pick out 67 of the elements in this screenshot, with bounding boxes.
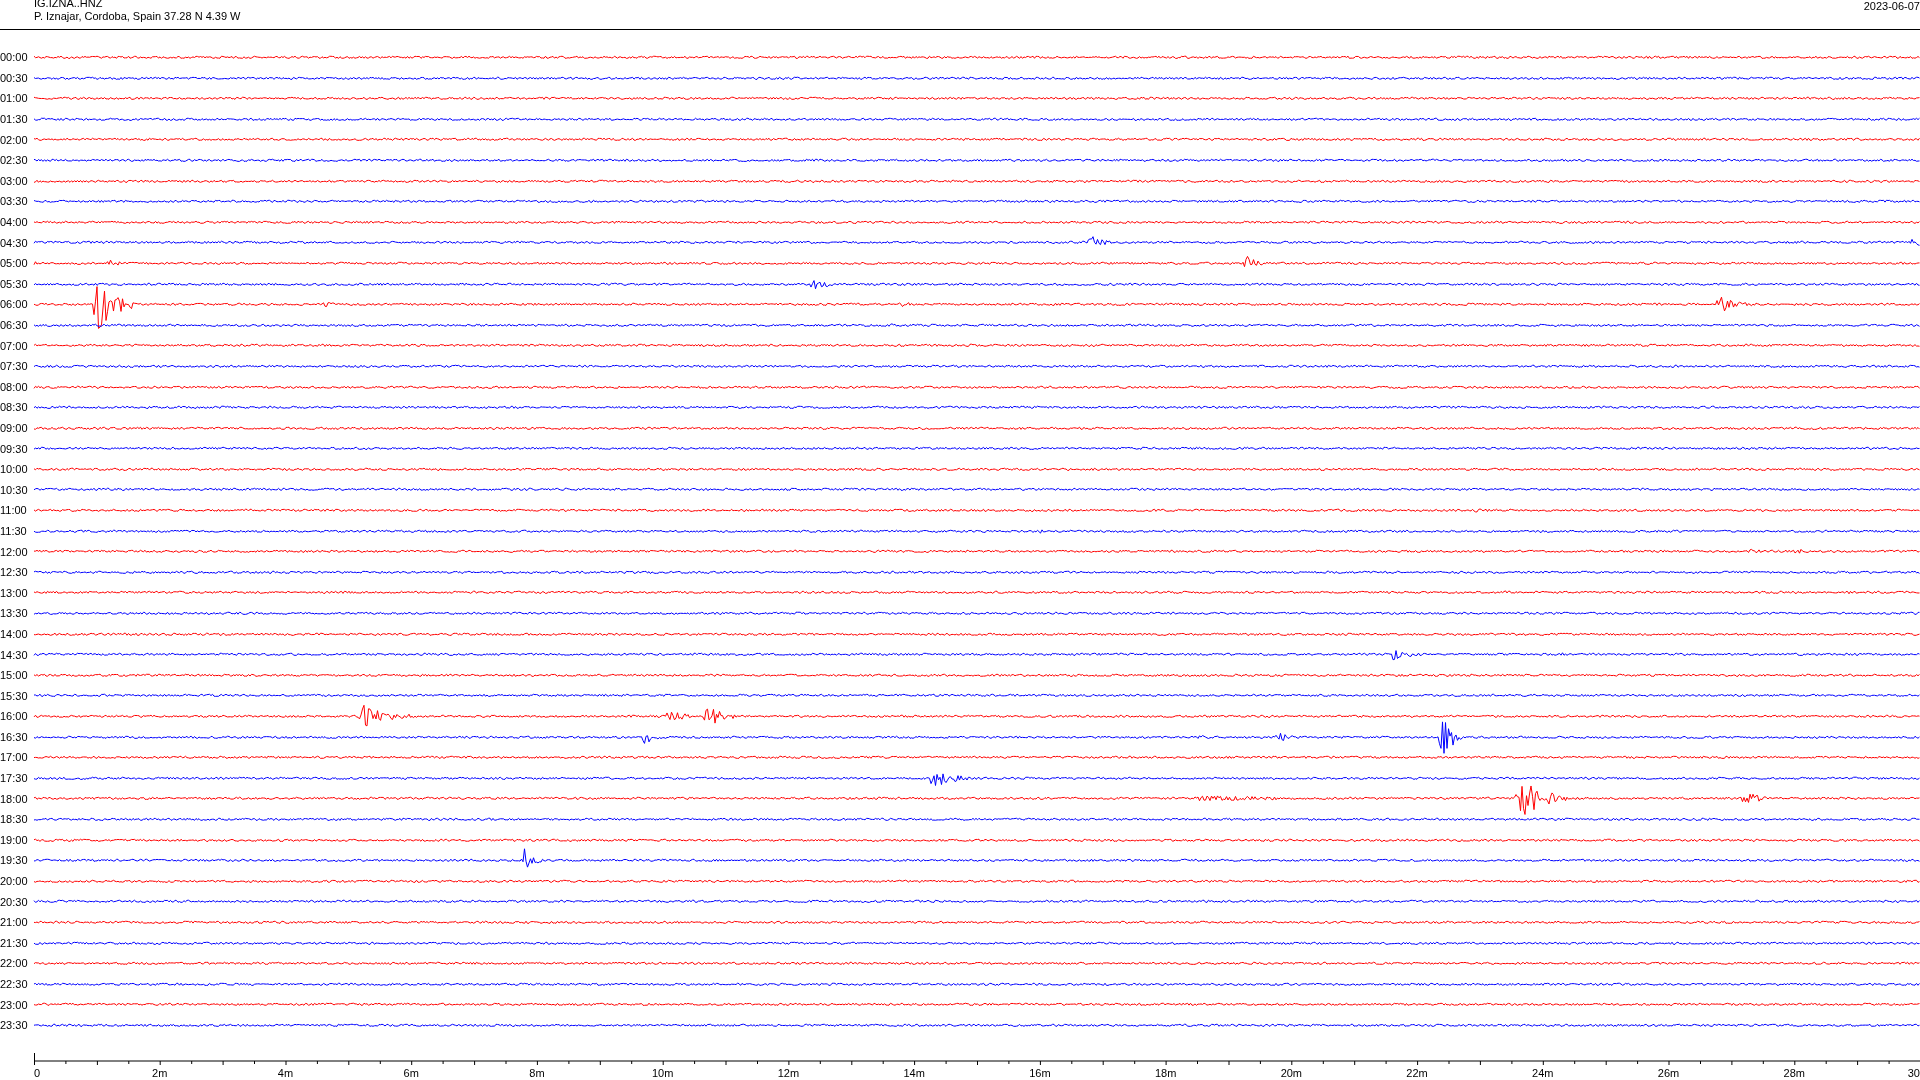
axis-tick-label: 2m bbox=[152, 1066, 168, 1079]
axis-tick-label: 16m bbox=[1029, 1066, 1051, 1079]
time-label: 00:00 bbox=[0, 51, 29, 64]
time-label: 13:00 bbox=[0, 586, 29, 599]
time-label: 08:00 bbox=[0, 380, 29, 393]
time-label: 00:30 bbox=[0, 71, 29, 84]
axis-tick-label: 0 bbox=[34, 1066, 41, 1079]
time-label: 05:30 bbox=[0, 277, 29, 290]
axis-tick-label: 26m bbox=[1657, 1066, 1680, 1079]
time-label: 17:30 bbox=[0, 772, 29, 785]
station-code: IG.IZNA..HNZ bbox=[34, 0, 104, 10]
axis-tick-label: 22m bbox=[1406, 1066, 1428, 1079]
time-label: 16:30 bbox=[0, 730, 29, 743]
time-label: 19:00 bbox=[0, 833, 29, 846]
time-label: 11:30 bbox=[0, 524, 28, 537]
time-label: 18:30 bbox=[0, 813, 29, 826]
time-label: 11:00 bbox=[0, 504, 28, 517]
time-label: 19:30 bbox=[0, 854, 29, 867]
time-label: 23:00 bbox=[0, 998, 29, 1011]
time-label: 09:00 bbox=[0, 422, 29, 434]
axis-tick-label: 12m bbox=[777, 1066, 800, 1079]
time-label: 01:30 bbox=[0, 113, 29, 126]
time-label: 07:30 bbox=[0, 360, 29, 373]
axis-tick-label: 4m bbox=[277, 1066, 294, 1079]
time-label: 12:30 bbox=[0, 566, 29, 579]
time-label: 14:30 bbox=[0, 648, 29, 661]
time-label: 21:00 bbox=[0, 916, 29, 929]
time-label: 03:30 bbox=[0, 195, 29, 208]
axis-tick-label: 24m bbox=[1532, 1066, 1554, 1079]
time-label: 02:30 bbox=[0, 154, 29, 167]
time-label: 17:00 bbox=[0, 751, 29, 764]
axis-tick-label: 30 bbox=[1907, 1066, 1920, 1079]
time-label: 14:00 bbox=[0, 627, 29, 640]
time-label: 22:30 bbox=[0, 978, 29, 990]
time-label: 15:30 bbox=[0, 689, 29, 702]
time-label: 04:30 bbox=[0, 236, 29, 249]
time-label: 03:00 bbox=[0, 174, 29, 187]
time-label: 21:30 bbox=[0, 936, 29, 949]
axis-tick-label: 18m bbox=[1154, 1066, 1177, 1079]
axis-tick-label: 28m bbox=[1783, 1066, 1805, 1079]
axis-tick-label: 20m bbox=[1280, 1066, 1303, 1079]
time-label: 10:00 bbox=[0, 463, 29, 476]
plot-date: 2023-06-07 bbox=[1863, 0, 1920, 13]
time-label: 09:30 bbox=[0, 442, 29, 455]
time-label: 12:00 bbox=[0, 545, 29, 558]
axis-tick-label: 10m bbox=[651, 1066, 674, 1079]
time-label: 01:00 bbox=[0, 92, 29, 105]
time-label: 13:30 bbox=[0, 607, 29, 620]
time-label: 04:00 bbox=[0, 216, 29, 229]
time-label: 20:30 bbox=[0, 895, 29, 908]
axis-tick-label: 14m bbox=[903, 1066, 925, 1079]
time-label: 08:30 bbox=[0, 401, 29, 414]
time-label: 23:30 bbox=[0, 1019, 29, 1032]
station-location: P. Iznajar, Cordoba, Spain 37.28 N 4.39 W bbox=[34, 10, 241, 23]
axis-tick-label: 8m bbox=[529, 1066, 545, 1079]
time-label: 06:00 bbox=[0, 298, 29, 311]
time-label: 10:30 bbox=[0, 483, 29, 496]
time-label: 22:00 bbox=[0, 957, 29, 970]
time-label: 15:00 bbox=[0, 669, 29, 682]
time-label: 05:00 bbox=[0, 257, 29, 270]
time-label: 20:00 bbox=[0, 875, 29, 888]
axis-tick-label: 6m bbox=[403, 1066, 419, 1079]
time-label: 07:00 bbox=[0, 339, 29, 352]
time-label: 18:00 bbox=[0, 792, 29, 805]
time-label: 16:00 bbox=[0, 710, 29, 723]
time-label: 06:30 bbox=[0, 319, 29, 331]
time-label: 02:00 bbox=[0, 133, 29, 146]
